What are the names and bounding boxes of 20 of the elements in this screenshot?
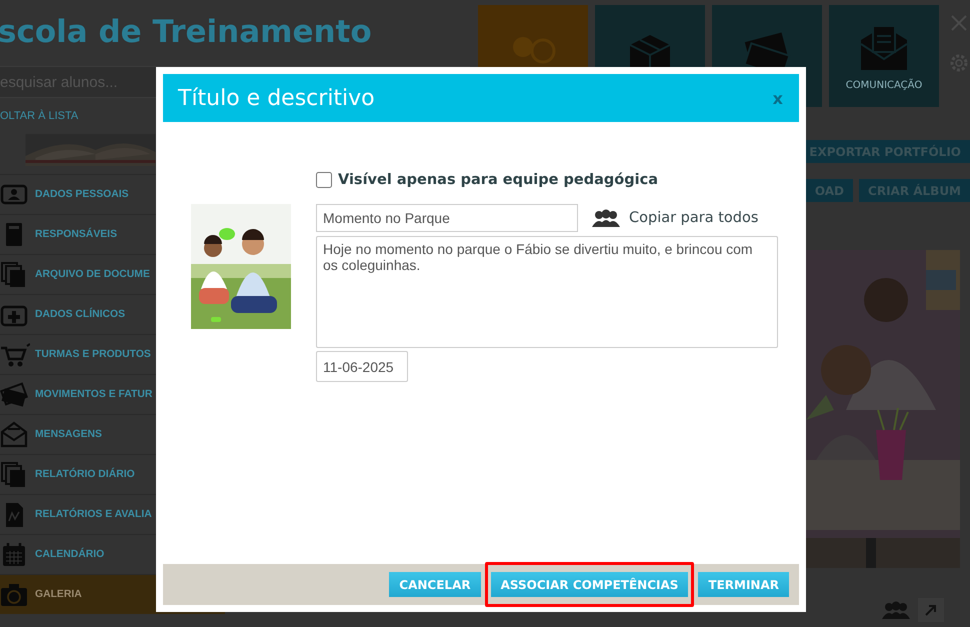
dialog-button[interactable]: TERMINAR: [698, 572, 789, 597]
dialog-title: Título e descritivo: [178, 86, 375, 110]
checkbox[interactable]: [316, 172, 332, 188]
envelope-icon: [0, 420, 30, 448]
arrow-icon: [924, 603, 938, 617]
banknotes-icon: [0, 380, 30, 408]
close-button[interactable]: x: [770, 88, 785, 108]
group-icon: [592, 209, 620, 227]
checkbox-label: Visível apenas para equipe pedagógica: [338, 172, 658, 188]
dialog-button[interactable]: CANCELAR: [389, 572, 481, 597]
copy-all-link[interactable]: Copiar para todos: [592, 209, 758, 227]
group-icon: [882, 601, 910, 619]
settings-icon: [949, 53, 969, 73]
menu-tile[interactable]: COMUNICAÇÃO: [829, 5, 939, 107]
dialog-button[interactable]: ASSOCIAR COMPETÊNCIAS: [490, 572, 688, 597]
date-field[interactable]: 11-06-2025: [316, 351, 408, 382]
back-link[interactable]: OLTAR À LISTA: [0, 110, 78, 122]
cart-icon: [0, 340, 30, 368]
title-field[interactable]: Momento no Parque: [316, 204, 578, 232]
description-field[interactable]: Hoje no momento no parque o Fábio se divertiu muito, e brincou com os coleguinhas.: [316, 236, 778, 348]
